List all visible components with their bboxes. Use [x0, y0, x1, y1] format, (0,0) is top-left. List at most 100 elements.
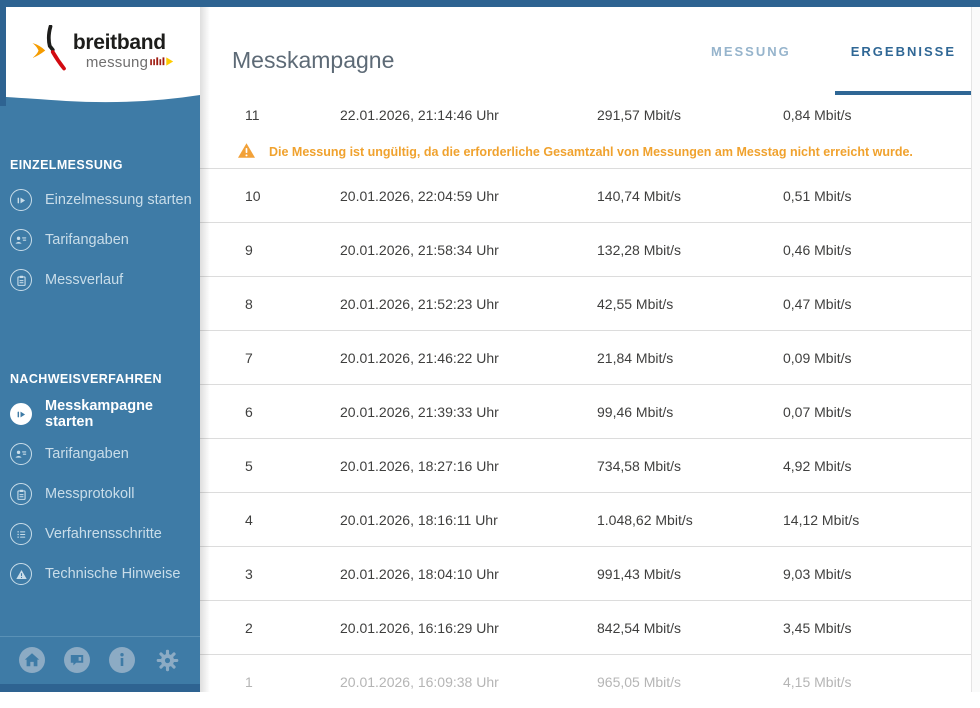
play-circle-icon [10, 189, 32, 211]
play-circle-icon [10, 403, 32, 425]
row-datetime: 20.01.2026, 18:27:16 Uhr [340, 457, 499, 474]
row-upload: 0,46 Mbit/s [783, 241, 852, 258]
sidebar-item-messkampagne-starten[interactable]: Messkampagne starten [0, 394, 200, 434]
clipboard-icon [10, 483, 32, 505]
row-number: 2 [245, 619, 253, 636]
row-download: 132,28 Mbit/s [597, 241, 682, 258]
scrollbar-track[interactable] [971, 7, 980, 692]
sidebar-footer-icons [0, 638, 200, 682]
tariff-icon [10, 443, 32, 465]
sidebar-item-tarifangaben[interactable]: Tarifangaben [0, 220, 200, 260]
row-upload: 0,07 Mbit/s [783, 403, 852, 420]
row-number: 6 [245, 403, 253, 420]
row-number: 11 [245, 107, 260, 123]
row-download: 734,58 Mbit/s [597, 457, 682, 474]
sidebar-item-verfahrensschritte[interactable]: Verfahrensschritte [0, 514, 200, 554]
table-row[interactable]: 6 20.01.2026, 21:39:33 Uhr 99,46 Mbit/s … [200, 384, 972, 438]
table-row[interactable]: 4 20.01.2026, 18:16:11 Uhr 1.048,62 Mbit… [200, 492, 972, 546]
results-table: 11 22.01.2026, 21:14:46 Uhr 291,57 Mbit/… [200, 95, 972, 708]
clipboard-icon [10, 269, 32, 291]
warning-text: Die Messung ist ungültig, da die erforde… [269, 144, 913, 159]
row-datetime: 20.01.2026, 21:39:33 Uhr [340, 403, 499, 420]
sidebar-item-label: Einzelmessung starten [45, 192, 192, 208]
row-download: 99,46 Mbit/s [597, 403, 674, 420]
sidebar-footer-divider [0, 636, 200, 637]
row-upload: 0,09 Mbit/s [783, 349, 852, 366]
tab-ergebnisse[interactable]: ERGEBNISSE [834, 7, 973, 95]
info-icon[interactable] [109, 647, 135, 673]
sidebar-item-label: Verfahrensschritte [45, 526, 162, 542]
row-datetime: 20.01.2026, 21:46:22 Uhr [340, 349, 499, 366]
row-datetime: 20.01.2026, 22:04:59 Uhr [340, 187, 499, 204]
top-frame-bar [0, 0, 980, 7]
row-upload: 0,51 Mbit/s [783, 187, 852, 204]
logo-wave-shape [6, 89, 200, 103]
frame-edge [0, 0, 6, 106]
home-icon[interactable] [19, 647, 45, 673]
row-upload: 14,12 Mbit/s [783, 511, 860, 528]
sidebar-item-technische-hinweise[interactable]: Technische Hinweise [0, 554, 200, 594]
table-row[interactable]: 2 20.01.2026, 16:16:29 Uhr 842,54 Mbit/s… [200, 600, 972, 654]
row-datetime: 20.01.2026, 18:16:11 Uhr [340, 511, 498, 528]
row-number: 9 [245, 241, 253, 258]
row-upload: 0,84 Mbit/s [783, 107, 852, 123]
row-download: 21,84 Mbit/s [597, 349, 674, 366]
table-row[interactable]: 3 20.01.2026, 18:04:10 Uhr 991,43 Mbit/s… [200, 546, 972, 600]
row-upload: 9,03 Mbit/s [783, 565, 852, 582]
tab-bar: MESSUNG ERGEBNISSE [695, 7, 973, 95]
tab-messung[interactable]: MESSUNG [695, 7, 807, 95]
page-header: Messkampagne MESSUNG ERGEBNISSE [200, 7, 973, 95]
table-row[interactable]: 11 22.01.2026, 21:14:46 Uhr 291,57 Mbit/… [200, 95, 972, 135]
sidebar-item-messverlauf[interactable]: Messverlauf [0, 260, 200, 300]
main-content: Messkampagne MESSUNG ERGEBNISSE 11 22.01.… [200, 7, 973, 692]
row-number: 8 [245, 295, 253, 312]
sidebar-item-label: Tarifangaben [45, 232, 129, 248]
table-row[interactable]: 10 20.01.2026, 22:04:59 Uhr 140,74 Mbit/… [200, 168, 972, 222]
row-number: 5 [245, 457, 253, 474]
sidebar: breitband messung EINZELMESSUNG Einzelme… [0, 0, 200, 692]
list-icon [10, 523, 32, 545]
table-row[interactable]: 7 20.01.2026, 21:46:22 Uhr 21,84 Mbit/s … [200, 330, 972, 384]
row-download: 991,43 Mbit/s [597, 565, 682, 582]
row-download: 965,05 Mbit/s [597, 673, 682, 690]
warning-triangle-icon [10, 563, 32, 585]
page-title: Messkampagne [232, 47, 395, 73]
logo-word-messung: messung [85, 54, 149, 71]
invalid-measurement-warning: Die Messung ist ungültig, da die erforde… [200, 135, 972, 168]
sidebar-item-tarifangaben[interactable]: Tarifangaben [0, 434, 200, 474]
sidebar-item-messprotokoll[interactable]: Messprotokoll [0, 474, 200, 514]
sidebar-item-einzelmessung-starten[interactable]: Einzelmessung starten [0, 180, 200, 220]
logo-mark-icon [28, 24, 70, 78]
logo-word-breitband: breitband [72, 30, 166, 54]
row-download: 1.048,62 Mbit/s [597, 511, 693, 528]
table-row[interactable]: 9 20.01.2026, 21:58:34 Uhr 132,28 Mbit/s… [200, 222, 972, 276]
sidebar-item-label: Technische Hinweise [45, 566, 181, 582]
row-upload: 4,92 Mbit/s [783, 457, 852, 474]
sidebar-item-label: Messprotokoll [45, 486, 135, 502]
logo-signal-bars-icon [150, 55, 178, 71]
row-datetime: 20.01.2026, 21:58:34 Uhr [340, 241, 499, 258]
table-row[interactable]: 5 20.01.2026, 18:27:16 Uhr 734,58 Mbit/s… [200, 438, 972, 492]
row-upload: 4,15 Mbit/s [783, 673, 852, 690]
settings-icon[interactable] [154, 647, 181, 674]
sidebar-item-label: Tarifangaben [45, 446, 129, 462]
app-logo: breitband messung [6, 7, 200, 89]
feedback-icon[interactable] [64, 647, 90, 673]
table-row[interactable]: 1 20.01.2026, 16:09:38 Uhr 965,05 Mbit/s… [200, 654, 972, 708]
row-number: 3 [245, 565, 253, 582]
row-download: 42,55 Mbit/s [597, 295, 674, 312]
table-row[interactable]: 8 20.01.2026, 21:52:23 Uhr 42,55 Mbit/s … [200, 276, 972, 330]
sidebar-bottom-bar [0, 684, 200, 692]
sidebar-nav: EINZELMESSUNG Einzelmessung starten Tari… [0, 106, 200, 594]
warning-triangle-icon [237, 142, 256, 162]
row-download: 842,54 Mbit/s [597, 619, 682, 636]
tariff-icon [10, 229, 32, 251]
row-number: 7 [245, 349, 253, 366]
sidebar-section-title: EINZELMESSUNG [10, 158, 123, 172]
row-datetime: 22.01.2026, 21:14:46 Uhr [340, 107, 499, 123]
sidebar-section-title: NACHWEISVERFAHREN [10, 372, 162, 386]
row-number: 10 [245, 187, 261, 204]
sidebar-item-label: Messverlauf [45, 272, 124, 288]
row-number: 4 [245, 511, 253, 528]
row-datetime: 20.01.2026, 16:16:29 Uhr [340, 619, 499, 636]
